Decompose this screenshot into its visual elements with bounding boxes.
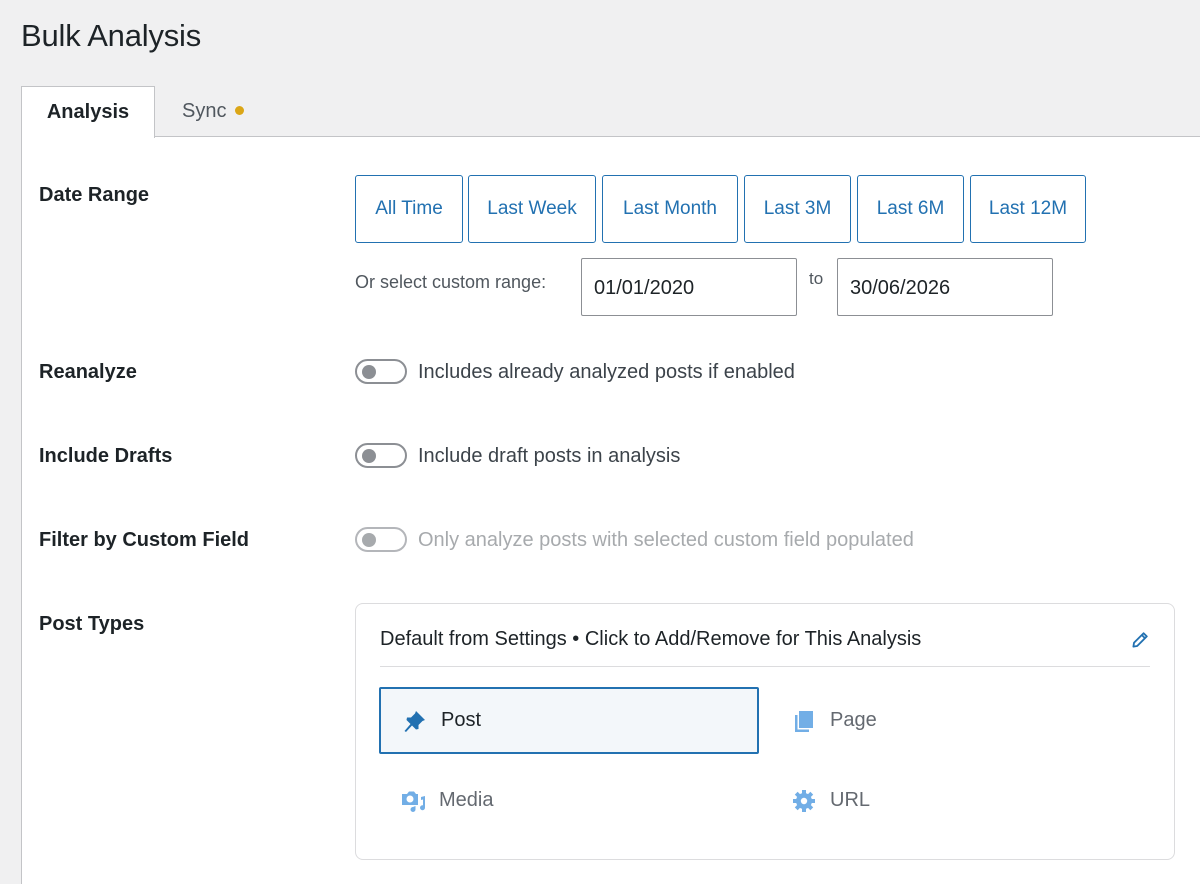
post-type-page-label: Page — [830, 709, 877, 731]
filter-custom-field-description: Only analyze posts with selected custom … — [418, 529, 914, 551]
toggle-knob — [362, 365, 376, 379]
include-drafts-description: Include draft posts in analysis — [418, 445, 681, 467]
include-drafts-toggle[interactable] — [355, 443, 407, 468]
to-label: to — [809, 269, 824, 288]
pencil-icon[interactable] — [1130, 630, 1150, 650]
gear-icon — [790, 787, 818, 815]
pages-icon — [790, 707, 818, 735]
custom-range-label: Or select custom range: — [355, 272, 547, 292]
post-type-url[interactable]: URL — [770, 767, 1150, 834]
post-types-divider — [380, 666, 1150, 667]
end-date-input[interactable]: 30/06/2026 — [837, 258, 1053, 316]
media-icon — [399, 787, 427, 815]
last-12m-button[interactable]: Last 12M — [970, 175, 1086, 243]
pin-icon — [401, 707, 429, 735]
start-date-input[interactable]: 01/01/2020 — [581, 258, 797, 316]
reanalyze-toggle[interactable] — [355, 359, 407, 384]
post-type-url-label: URL — [830, 789, 871, 811]
post-type-media[interactable]: Media — [379, 767, 759, 834]
post-type-post-label: Post — [441, 709, 482, 731]
last-month-button[interactable]: Last Month — [602, 175, 738, 243]
tab-sync-label: Sync — [182, 100, 227, 122]
post-types-box: Default from Settings • Click to Add/Rem… — [355, 603, 1175, 860]
sync-indicator-dot — [235, 106, 245, 115]
post-types-header: Default from Settings • Click to Add/Rem… — [380, 628, 922, 650]
tab-analysis[interactable]: Analysis — [21, 86, 155, 138]
reanalyze-label: Reanalyze — [39, 361, 137, 383]
post-type-post[interactable]: Post — [379, 687, 759, 754]
last-3m-button[interactable]: Last 3M — [744, 175, 851, 243]
reanalyze-description: Includes already analyzed posts if enabl… — [418, 361, 795, 383]
tab-analysis-label: Analysis — [46, 101, 130, 123]
last-6m-button[interactable]: Last 6M — [857, 175, 964, 243]
toggle-knob — [362, 449, 376, 463]
post-types-label: Post Types — [39, 613, 145, 635]
toggle-knob — [362, 533, 376, 547]
last-week-button[interactable]: Last Week — [468, 175, 596, 243]
filter-custom-field-toggle[interactable] — [355, 527, 407, 552]
post-type-page[interactable]: Page — [770, 687, 1150, 754]
date-range-label: Date Range — [39, 184, 150, 206]
all-time-button[interactable]: All Time — [355, 175, 463, 243]
include-drafts-label: Include Drafts — [39, 445, 173, 467]
post-type-media-label: Media — [439, 789, 494, 811]
page-title: Bulk Analysis — [21, 18, 202, 53]
tab-sync[interactable]: Sync — [168, 86, 258, 137]
filter-custom-field-label: Filter by Custom Field — [39, 529, 250, 551]
